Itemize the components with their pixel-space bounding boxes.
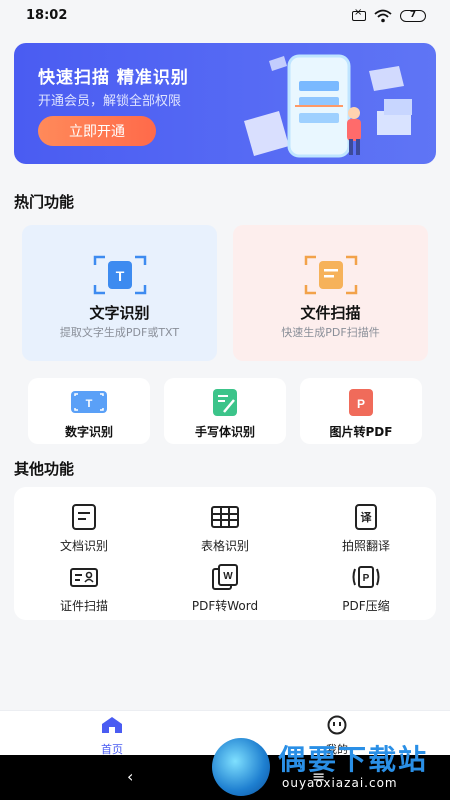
svg-text:P: P [363,573,370,584]
battery-icon: 7 [400,10,426,22]
phone-scan-illustration [244,54,412,158]
table-icon [209,503,241,531]
item-label: 表格识别 [200,539,249,553]
watermark-title: 偶要下载站 [278,743,429,776]
document-recognition-item[interactable]: 文档识别 [14,503,154,554]
image-to-pdf-card[interactable]: P 图片转PDF [300,378,422,444]
table-recognition-item[interactable]: 表格识别 [155,503,295,554]
card-title: 文件扫描 [300,304,361,322]
card-title: 文字识别 [89,304,150,322]
translate-icon: 译 [350,503,382,531]
other-features-panel: 文档识别 表格识别 译 拍照翻译 证件扫描 W PDF转Word P PDF压缩 [14,487,436,620]
watermark-logo-icon [212,738,270,796]
item-label: 证件扫描 [59,599,108,613]
home-icon [102,717,122,733]
handwriting-recognition-card[interactable]: 手写体识别 [164,378,286,444]
handwriting-icon [205,388,245,418]
document-icon [68,503,100,531]
item-label: 文档识别 [59,539,108,553]
svg-text:T: T [86,398,93,410]
svg-text:T: T [115,268,124,284]
card-label: 图片转PDF [329,425,393,439]
number-recognition-icon: T [69,388,109,418]
other-section-title: 其他功能 [14,460,75,478]
hot-section-title: 热门功能 [14,193,75,211]
text-recognition-icon: T [91,253,149,297]
back-icon[interactable]: ‹ [127,767,133,786]
wifi-icon [374,9,392,23]
promo-banner[interactable]: 快速扫描 精准识别 开通会员，解锁全部权限 立即开通 [14,43,436,164]
status-time: 18:02 [26,8,68,23]
id-card-icon [68,563,100,591]
file-scan-card[interactable]: 文件扫描 快速生成PDF扫描件 [233,225,428,361]
svg-text:W: W [223,571,233,582]
pdf-icon: P [341,388,381,418]
pdf-compress-item[interactable]: P PDF压缩 [296,563,436,614]
card-desc: 提取文字生成PDF或TXT [59,326,180,339]
photo-translate-item[interactable]: 译 拍照翻译 [296,503,436,554]
watermark: 偶要下载站 ouyaoxiazai.com [212,736,450,800]
status-icons: 7 [352,7,426,23]
item-label: 拍照翻译 [341,539,390,553]
id-scan-item[interactable]: 证件扫描 [14,563,154,614]
word-icon: W [209,563,241,591]
status-bar: 18:02 7 [0,0,450,32]
no-sim-icon [352,7,366,21]
svg-text:P: P [357,397,365,411]
text-recognition-card[interactable]: T 文字识别 提取文字生成PDF或TXT [22,225,217,361]
banner-subtitle: 开通会员，解锁全部权限 [38,94,182,109]
banner-title: 快速扫描 精准识别 [38,68,189,88]
watermark-url: ouyaoxiazai.com [282,776,398,790]
card-label: 手写体识别 [194,425,255,439]
item-label: PDF压缩 [342,599,390,613]
svg-text:译: 译 [361,511,373,524]
subscribe-button[interactable]: 立即开通 [38,116,156,146]
card-desc: 快速生成PDF扫描件 [281,326,380,339]
compress-icon: P [350,563,382,591]
file-scan-icon [302,253,360,297]
pdf-to-word-item[interactable]: W PDF转Word [155,563,295,614]
number-recognition-card[interactable]: T 数字识别 [28,378,150,444]
card-label: 数字识别 [64,425,113,439]
item-label: PDF转Word [191,599,259,613]
smiley-icon [327,715,347,735]
tab-home[interactable]: 首页 [82,715,142,757]
